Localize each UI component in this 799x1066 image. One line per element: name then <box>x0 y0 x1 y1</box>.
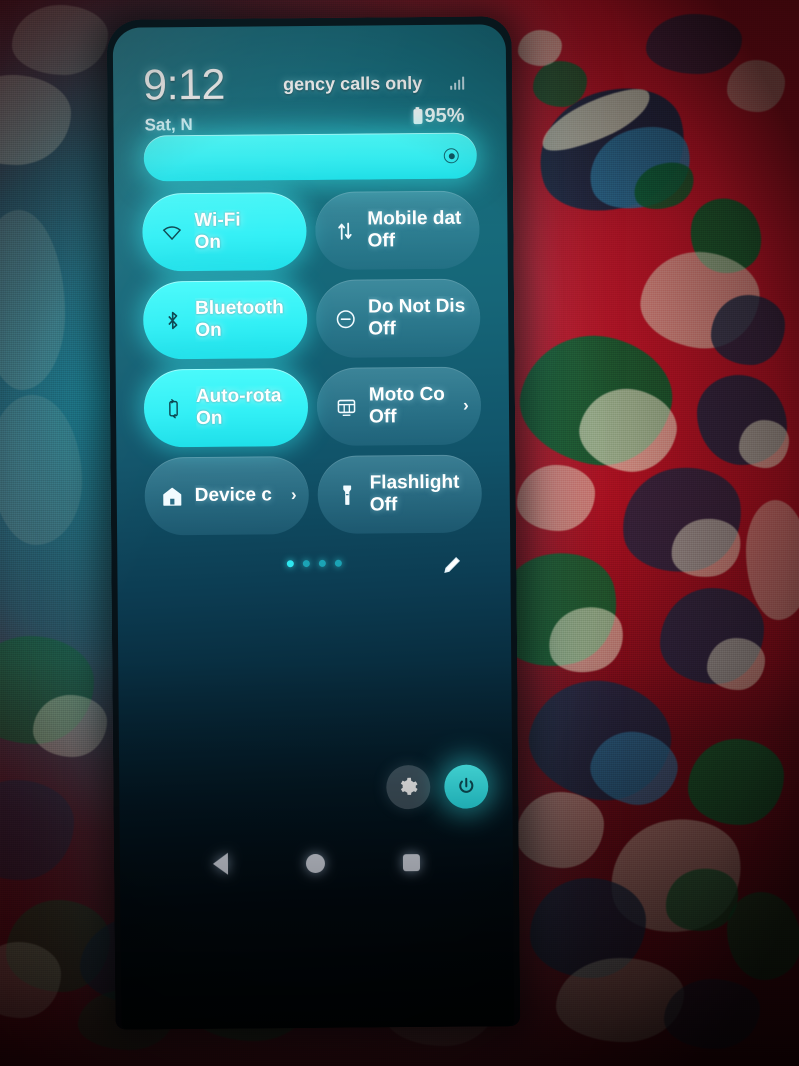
pencil-edit-icon[interactable] <box>440 553 464 577</box>
tile-state: Off <box>368 318 396 340</box>
tile-text: Device c <box>195 484 277 507</box>
tile-label: Moto Co <box>368 383 445 406</box>
tile-label: Auto-rota <box>195 384 282 407</box>
carrier-label: gency calls only <box>283 73 423 95</box>
tile-moto-co[interactable]: Moto Co Off › <box>316 366 482 446</box>
flashlight-icon <box>334 482 360 508</box>
signal-bars-icon <box>449 75 465 90</box>
page-dot-1[interactable] <box>286 560 294 568</box>
page-dot-2[interactable] <box>302 560 310 568</box>
tile-state: Off <box>367 230 396 252</box>
tile-text: Auto-rota On <box>196 385 300 431</box>
page-dot-4[interactable] <box>334 559 342 567</box>
battery-icon <box>413 109 423 125</box>
tile-state: On <box>195 407 223 430</box>
tile-text: Do Not Dis Off <box>368 295 472 341</box>
wifi-icon <box>158 219 184 245</box>
tile-mobile-dat[interactable]: Mobile dat Off <box>315 190 480 270</box>
smartphone-device: 9:12 Sat, N gency calls only 95% Wi-Fi On… <box>106 16 521 1030</box>
tile-wi-fi[interactable]: Wi-Fi On <box>142 192 307 272</box>
tile-state: On <box>194 231 222 254</box>
tile-auto-rota[interactable]: Auto-rota On <box>143 368 309 448</box>
panel-footer <box>141 546 486 589</box>
clock[interactable]: 9:12 <box>143 61 225 111</box>
tile-label: Bluetooth <box>195 296 284 319</box>
page-indicator-dots[interactable] <box>286 559 342 568</box>
navigation-bar <box>120 836 513 889</box>
photo-scene: 9:12 Sat, N gency calls only 95% Wi-Fi On… <box>0 0 799 1066</box>
tile-bluetooth[interactable]: Bluetooth On <box>142 280 308 360</box>
tile-device-c[interactable]: Device c › <box>144 456 310 536</box>
tile-label: Wi-Fi <box>194 209 241 231</box>
tile-label: Flashlight <box>369 471 460 494</box>
mobile-data-icon <box>331 218 357 244</box>
quick-settings-panel: 9:12 Sat, N gency calls only 95% Wi-Fi On… <box>113 24 511 589</box>
home-icon <box>159 483 185 509</box>
bluetooth-icon <box>159 307 185 333</box>
page-dot-3[interactable] <box>318 559 326 567</box>
home-circle-icon[interactable] <box>305 853 326 873</box>
tile-label: Device c <box>194 484 272 506</box>
phone-screen: 9:12 Sat, N gency calls only 95% Wi-Fi On… <box>112 24 515 1030</box>
tile-state: Off <box>369 494 398 516</box>
date-label: Sat, N <box>144 115 193 135</box>
tile-text: Wi-Fi On <box>194 209 298 255</box>
chevron-right-icon[interactable]: › <box>459 396 473 416</box>
quick-settings-tiles: Wi-Fi On Mobile dat Off Bluetooth On Do Not Di… <box>142 190 483 536</box>
panel-action-buttons <box>386 764 489 810</box>
tile-text: Bluetooth On <box>195 297 299 343</box>
auto-rotate-icon <box>160 395 186 421</box>
brightness-slider[interactable] <box>143 132 478 182</box>
tile-label: Do Not Dis <box>368 295 466 318</box>
gear-icon[interactable] <box>386 764 431 810</box>
chevron-right-icon[interactable]: › <box>287 485 301 505</box>
tile-state: On <box>195 319 222 342</box>
back-triangle-icon[interactable] <box>212 852 229 875</box>
tile-text: Flashlight Off <box>370 471 474 517</box>
battery-status: 95% <box>413 104 465 128</box>
do-not-disturb-icon <box>332 306 358 332</box>
power-icon[interactable] <box>444 764 489 809</box>
status-header: 9:12 Sat, N gency calls only 95% <box>137 25 483 135</box>
recents-square-icon[interactable] <box>402 853 421 871</box>
tile-flashlight[interactable]: Flashlight Off <box>317 454 483 534</box>
auto-brightness-icon[interactable] <box>443 148 459 164</box>
tile-do-not-dis[interactable]: Do Not Dis Off <box>315 278 481 358</box>
tile-state: Off <box>368 406 397 428</box>
tile-text: Moto Co Off <box>369 383 449 429</box>
moto-connect-icon <box>333 394 359 420</box>
tile-text: Mobile dat Off <box>367 207 471 253</box>
battery-percent: 95% <box>424 104 465 128</box>
tile-label: Mobile dat <box>367 207 462 230</box>
